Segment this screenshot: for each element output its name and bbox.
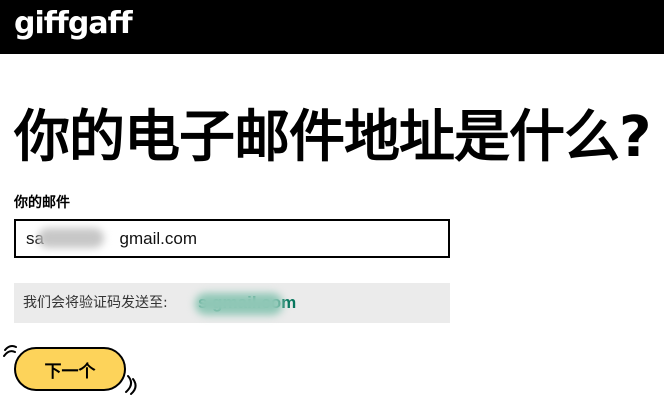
page-title: 你的电子邮件地址是什么? [14,105,651,170]
giffgaff-logo[interactable]: giffgaff [14,6,133,42]
email-field-label: 你的邮件 [14,195,70,211]
top-bar: giffgaff [0,0,664,54]
verification-notice: 我们会将验证码发送至: s gmail.com [14,283,450,323]
email-input[interactable] [14,219,450,258]
next-button[interactable]: 下一个 [14,347,126,391]
notice-email: s gmail.com [198,293,297,312]
notice-text: 我们会将验证码发送至: [23,295,168,311]
